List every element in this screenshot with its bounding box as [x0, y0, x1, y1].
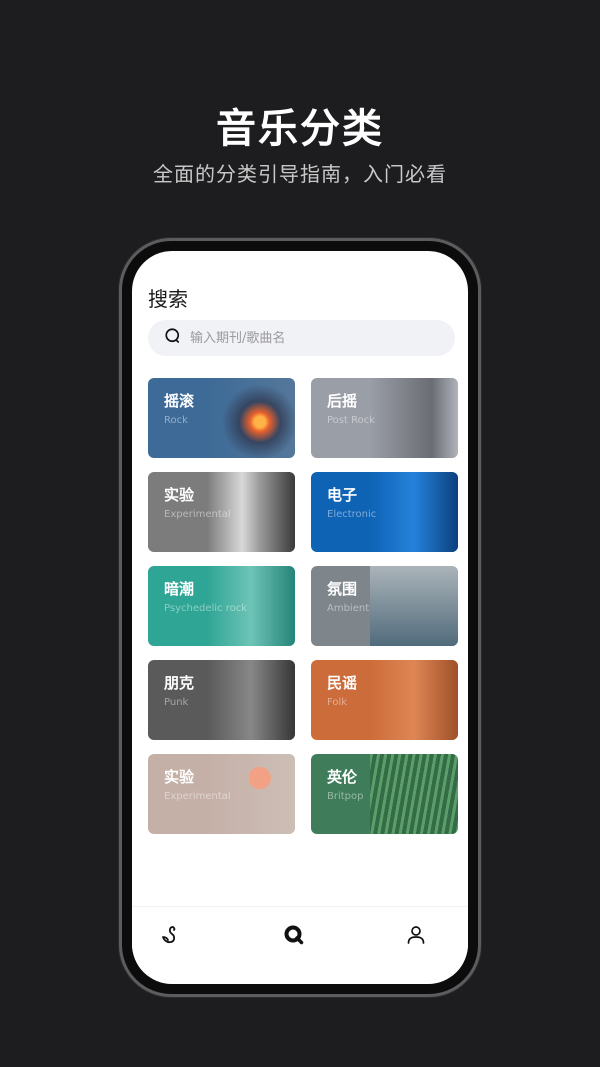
category-title: 后摇 — [327, 392, 358, 410]
category-card-punk[interactable]: 朋克 Punk — [148, 660, 295, 740]
search-icon — [164, 327, 182, 349]
category-subtitle: Ambient — [327, 603, 370, 614]
category-subtitle: Punk — [164, 697, 189, 708]
category-card-experimental[interactable]: 实验 Experimental — [148, 472, 295, 552]
phone-screen: 搜索 摇滚 Rock 后摇 Post Rock 实验 Experimental — [132, 251, 468, 984]
category-title: 实验 — [164, 486, 195, 504]
category-card-psychedelic-rock[interactable]: 暗潮 Psychedelic rock — [148, 566, 295, 646]
category-subtitle: Electronic — [327, 509, 377, 520]
category-card-ambient[interactable]: 氛围 Ambient — [311, 566, 458, 646]
category-subtitle: Experimental — [164, 791, 231, 802]
category-card-rock[interactable]: 摇滚 Rock — [148, 378, 295, 458]
category-subtitle: Post Rock — [327, 415, 376, 426]
category-grid: 摇滚 Rock 后摇 Post Rock 实验 Experimental 电子 … — [148, 378, 458, 834]
search-tab-icon — [282, 925, 306, 951]
search-bar[interactable] — [148, 320, 455, 356]
promo-title: 音乐分类 — [216, 106, 384, 152]
category-card-electronic[interactable]: 电子 Electronic — [311, 472, 458, 552]
category-subtitle: Britpop — [327, 791, 364, 802]
category-subtitle: Experimental — [164, 509, 231, 520]
phone-frame: 搜索 摇滚 Rock 后摇 Post Rock 实验 Experimental — [119, 238, 481, 997]
category-title: 实验 — [164, 768, 195, 786]
category-title: 电子 — [327, 486, 358, 504]
user-icon — [404, 926, 428, 951]
category-title: 英伦 — [327, 768, 358, 786]
bottom-tab-bar — [132, 906, 468, 976]
swan-icon — [159, 926, 183, 951]
category-title: 朋克 — [164, 674, 195, 692]
category-card-folk[interactable]: 民谣 Folk — [311, 660, 458, 740]
category-title: 暗潮 — [164, 580, 195, 598]
promo-subtitle: 全面的分类引导指南，入门必看 — [153, 162, 447, 186]
page-title: 搜索 — [148, 287, 188, 311]
category-subtitle: Psychedelic rock — [164, 603, 248, 614]
category-subtitle: Rock — [164, 415, 188, 426]
category-title: 民谣 — [327, 674, 358, 692]
category-subtitle: Folk — [327, 697, 348, 708]
category-title: 氛围 — [327, 580, 358, 598]
tab-profile[interactable] — [404, 923, 428, 947]
search-input[interactable] — [190, 330, 440, 346]
tab-search[interactable] — [282, 923, 306, 947]
category-card-experimental-2[interactable]: 实验 Experimental — [148, 754, 295, 834]
tab-home[interactable] — [159, 923, 183, 947]
category-title: 摇滚 — [164, 392, 195, 410]
category-card-britpop[interactable]: 英伦 Britpop — [311, 754, 458, 834]
category-card-post-rock[interactable]: 后摇 Post Rock — [311, 378, 458, 458]
